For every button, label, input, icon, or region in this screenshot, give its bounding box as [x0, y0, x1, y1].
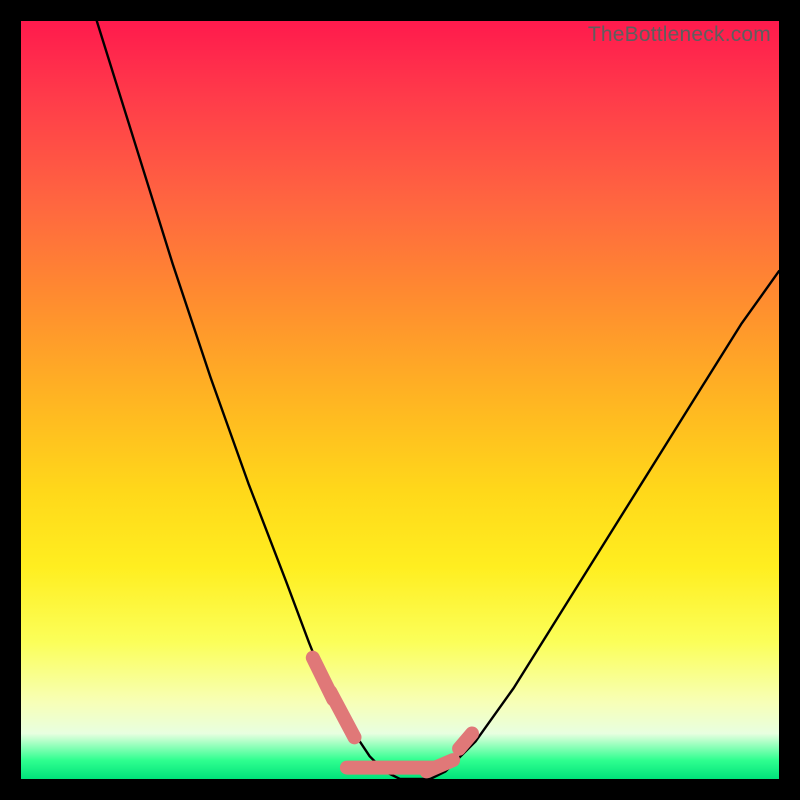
- highlight-segments: [313, 658, 472, 772]
- curve-path: [97, 21, 779, 779]
- bottleneck-curve: [21, 21, 779, 779]
- chart-frame: TheBottleneck.com: [0, 0, 800, 800]
- plot-area: TheBottleneck.com: [21, 21, 779, 779]
